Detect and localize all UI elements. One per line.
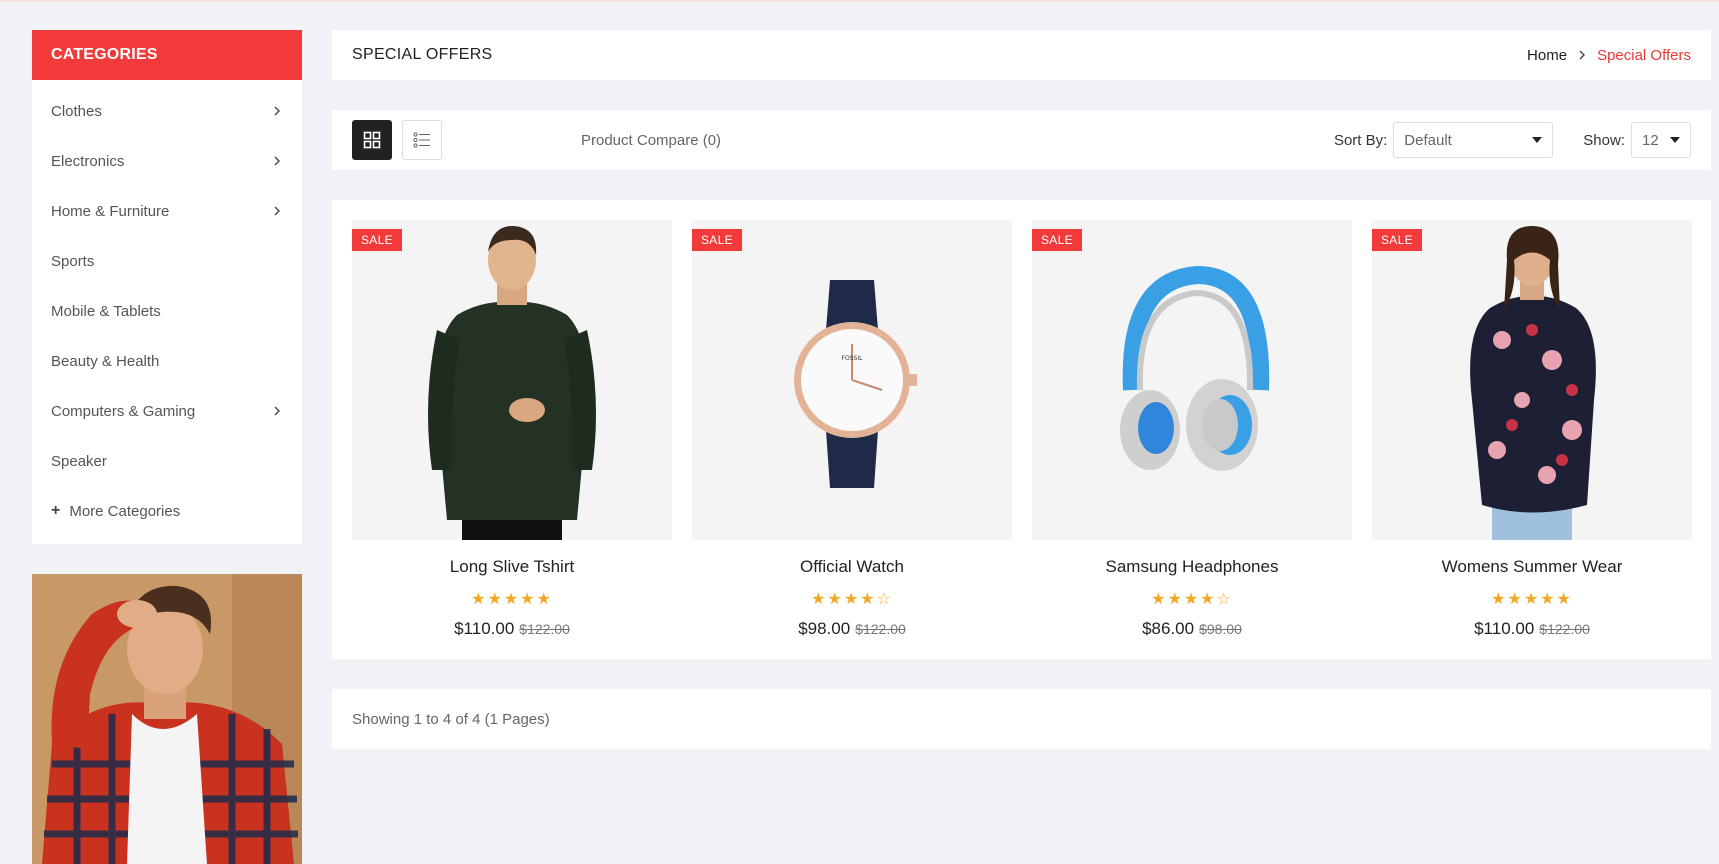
- breadcrumb-current: Special Offers: [1597, 46, 1691, 64]
- sale-badge: SALE: [692, 229, 742, 251]
- chevron-right-icon: [274, 206, 280, 216]
- product-prices: $110.00 $122.00: [1372, 619, 1692, 639]
- more-categories-link[interactable]: + More Categories: [32, 486, 302, 536]
- tshirt-model-image: [352, 220, 672, 540]
- rating-stars: ★★★★☆: [1151, 591, 1233, 608]
- category-label: Electronics: [51, 152, 125, 170]
- page-title: SPECIAL OFFERS: [352, 46, 493, 63]
- show-value: 12: [1642, 131, 1659, 149]
- sort-value: Default: [1404, 131, 1452, 149]
- product-price: $110.00: [454, 619, 515, 638]
- category-label: Beauty & Health: [51, 352, 160, 370]
- category-item-sports[interactable]: Sports: [32, 236, 302, 286]
- promo-banner[interactable]: [32, 574, 302, 864]
- product-prices: $110.00 $122.00: [352, 619, 672, 639]
- product-prices: $86.00 $98.00: [1032, 619, 1352, 639]
- grid-icon: [363, 131, 381, 149]
- product-card[interactable]: SALE Womens Summer Wear ★★★★★ $110.00 $1…: [1372, 220, 1692, 639]
- product-price: $110.00: [1474, 619, 1535, 638]
- category-item-mobile-tablets[interactable]: Mobile & Tablets: [32, 286, 302, 336]
- product-prices: $98.00 $122.00: [692, 619, 1012, 639]
- pagination-bar: Showing 1 to 4 of 4 (1 Pages): [332, 689, 1711, 749]
- category-label: Mobile & Tablets: [51, 302, 161, 320]
- category-item-speaker[interactable]: Speaker: [32, 436, 302, 486]
- category-label: Speaker: [51, 452, 107, 470]
- watch-image: FOSSIL: [692, 220, 1012, 540]
- category-item-beauty-health[interactable]: Beauty & Health: [32, 336, 302, 386]
- category-label: Clothes: [51, 102, 102, 120]
- product-image[interactable]: SALE: [1372, 220, 1692, 540]
- show-label: Show:: [1583, 131, 1625, 149]
- category-item-computers-gaming[interactable]: Computers & Gaming: [32, 386, 302, 436]
- category-item-clothes[interactable]: Clothes: [32, 86, 302, 136]
- breadcrumb-home[interactable]: Home: [1527, 47, 1567, 64]
- show-select[interactable]: 12: [1631, 122, 1691, 158]
- sale-badge: SALE: [352, 229, 402, 251]
- product-old-price: $122.00: [519, 621, 570, 637]
- category-label: Home & Furniture: [51, 202, 170, 220]
- list-view-button[interactable]: [402, 120, 442, 160]
- product-toolbar: Product Compare (0) Sort By: Default Sho…: [332, 110, 1711, 170]
- caret-down-icon: [1532, 137, 1543, 143]
- product-name[interactable]: Samsung Headphones: [1032, 557, 1352, 577]
- sale-badge: SALE: [1372, 229, 1422, 251]
- chevron-right-icon: [274, 156, 280, 166]
- product-name[interactable]: Long Slive Tshirt: [352, 557, 672, 577]
- sort-controls: Sort By: Default Show: 12: [1334, 122, 1691, 158]
- main-content: SPECIAL OFFERS Home Special Offers Produ…: [332, 30, 1711, 749]
- rating-stars: ★★★★★: [1491, 591, 1573, 608]
- list-icon: [413, 132, 430, 148]
- product-image[interactable]: SALE: [352, 220, 672, 540]
- sort-select[interactable]: Default: [1393, 122, 1554, 158]
- grid-view-button[interactable]: [352, 120, 392, 160]
- product-name[interactable]: Official Watch: [692, 557, 1012, 577]
- chevron-right-icon: [274, 406, 280, 416]
- product-card[interactable]: SALE Long Slive Tshirt ★★★★★ $110.00 $12…: [352, 220, 672, 639]
- product-card[interactable]: SALE Samsung Headphones ★★★★☆ $86.00 $98…: [1032, 220, 1352, 639]
- svg-text:FOSSIL: FOSSIL: [842, 355, 864, 362]
- category-label: Sports: [51, 252, 95, 270]
- product-image[interactable]: FOSSIL SALE: [692, 220, 1012, 540]
- category-list: Clothes Electronics Home & Furniture Spo…: [32, 80, 302, 544]
- sale-badge: SALE: [1032, 229, 1082, 251]
- categories-header: CATEGORIES: [32, 30, 302, 80]
- product-card[interactable]: FOSSIL SALE Official Watch ★★★★☆ $98.00 …: [692, 220, 1012, 639]
- page-header: SPECIAL OFFERS Home Special Offers: [332, 30, 1711, 80]
- top-border: [0, 0, 1719, 2]
- product-old-price: $122.00: [855, 621, 906, 637]
- promo-model-image: [32, 574, 302, 864]
- rating-stars: ★★★★☆: [811, 591, 893, 608]
- breadcrumb: Home Special Offers: [1527, 47, 1691, 64]
- chevron-right-icon: [274, 106, 280, 116]
- product-grid: SALE Long Slive Tshirt ★★★★★ $110.00 $12…: [332, 200, 1711, 659]
- plus-icon: +: [51, 502, 61, 519]
- product-price: $98.00: [798, 619, 851, 638]
- sort-label: Sort By:: [1333, 131, 1388, 149]
- more-categories-label: More Categories: [69, 502, 181, 520]
- caret-down-icon: [1670, 137, 1680, 143]
- category-item-electronics[interactable]: Electronics: [32, 136, 302, 186]
- headphones-image: [1032, 220, 1352, 540]
- product-image[interactable]: SALE: [1032, 220, 1352, 540]
- rating-stars: ★★★★★: [471, 591, 553, 608]
- product-price: $86.00: [1142, 619, 1195, 638]
- product-name[interactable]: Womens Summer Wear: [1372, 557, 1692, 577]
- category-item-home-furniture[interactable]: Home & Furniture: [32, 186, 302, 236]
- category-label: Computers & Gaming: [51, 402, 196, 420]
- pagination-summary: Showing 1 to 4 of 4 (1 Pages): [352, 710, 550, 728]
- product-old-price: $122.00: [1539, 621, 1590, 637]
- product-compare-link[interactable]: Product Compare (0): [581, 132, 721, 149]
- chevron-right-icon: [1579, 50, 1586, 60]
- summer-wear-model-image: [1372, 220, 1692, 540]
- product-old-price: $98.00: [1199, 621, 1242, 637]
- sidebar: CATEGORIES Clothes Electronics Home & Fu…: [32, 30, 302, 864]
